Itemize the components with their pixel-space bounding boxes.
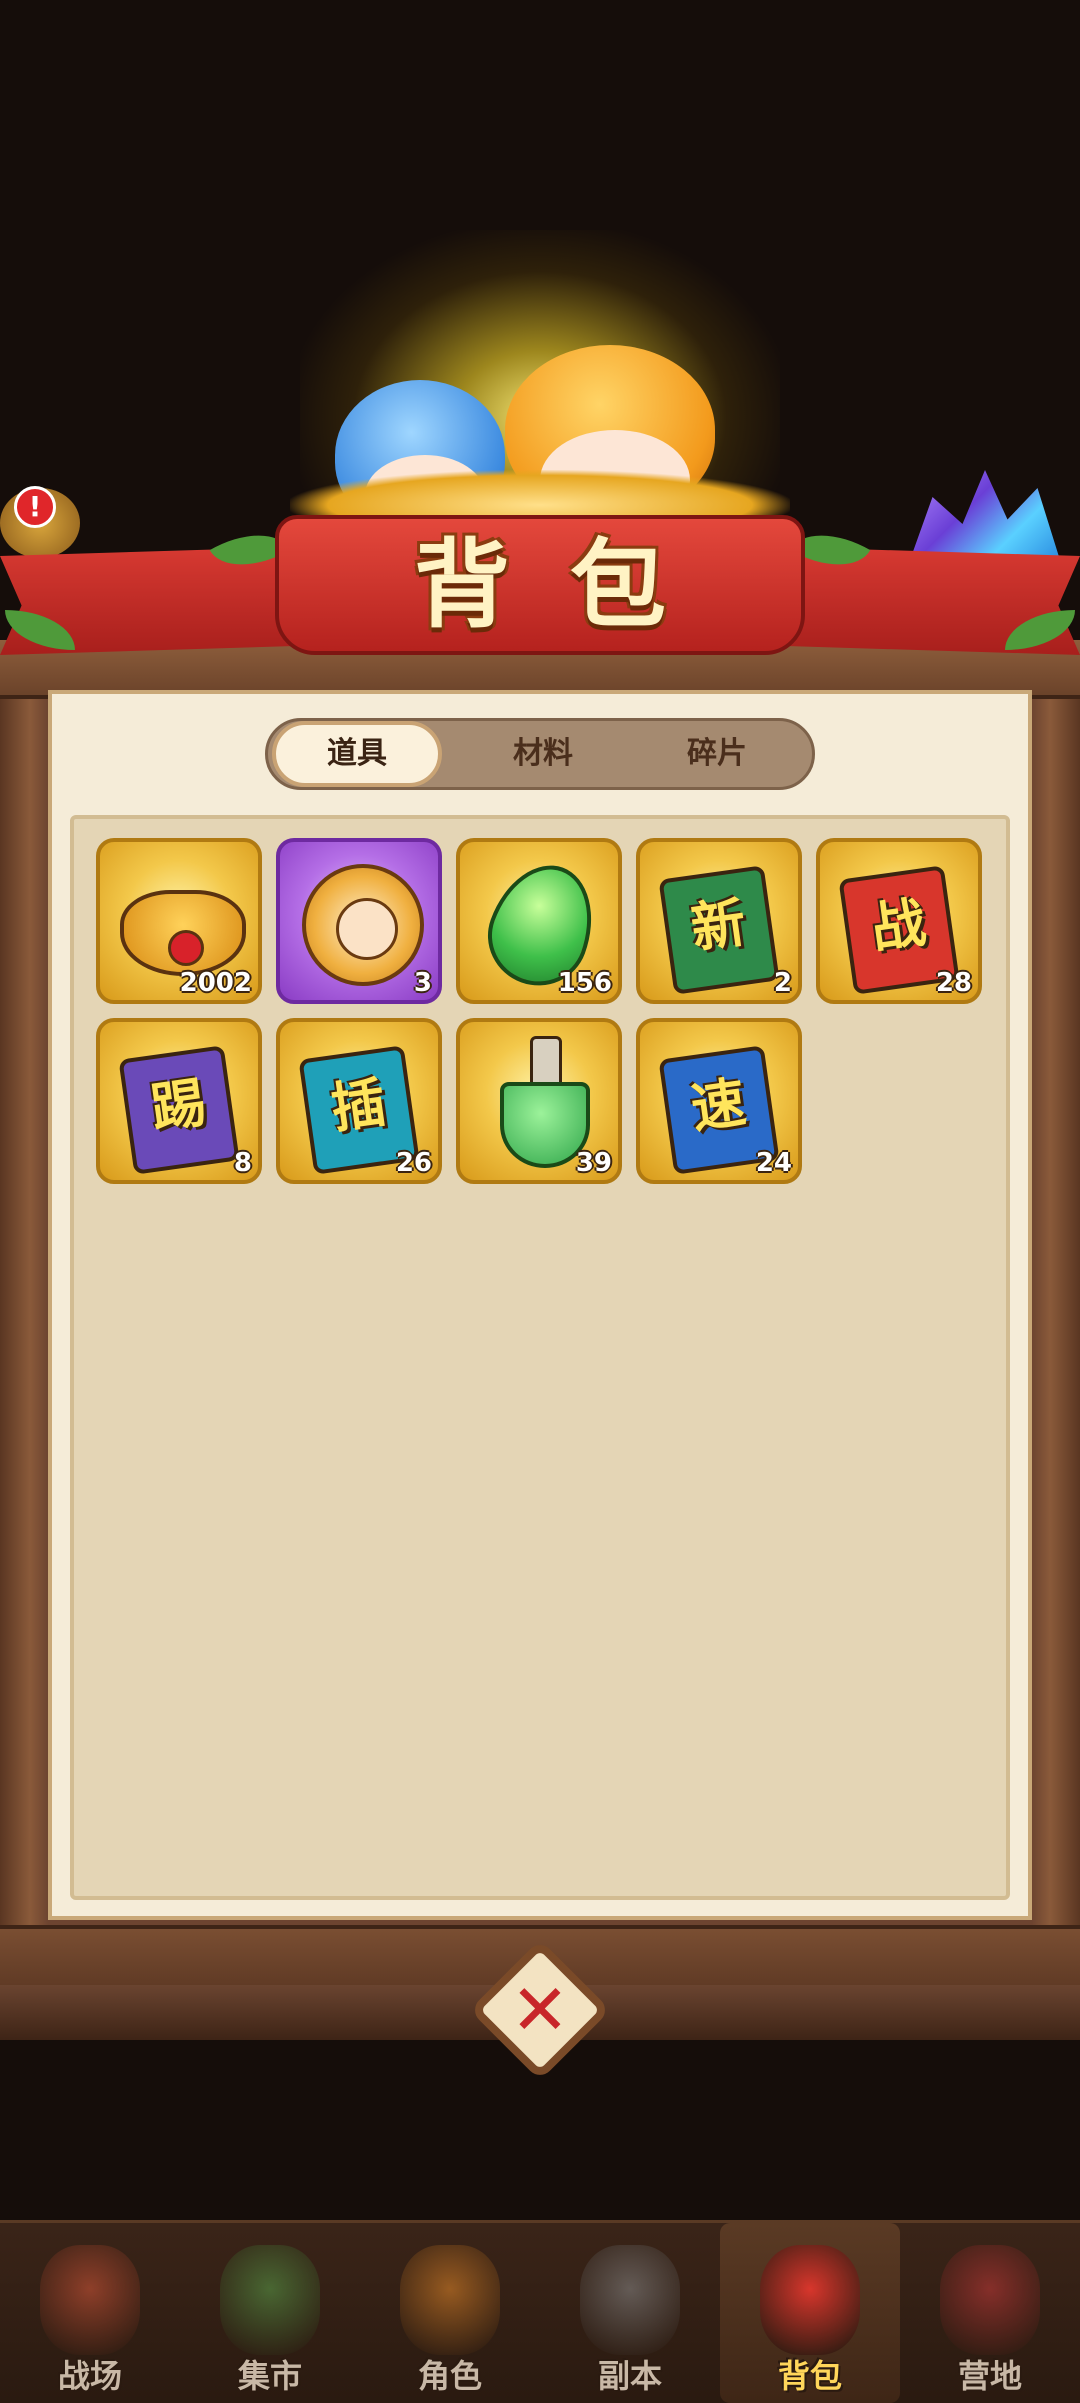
inventory-slot[interactable]: 新 2	[636, 838, 802, 1004]
nav-label: 战场	[57, 2357, 122, 2395]
nav-battlefield[interactable]: 战场	[0, 2223, 180, 2403]
nav-character[interactable]: 角色	[360, 2223, 540, 2403]
inventory-slot[interactable]: 156	[456, 838, 622, 1004]
alert-badge-icon: !	[14, 486, 56, 528]
tab-bar: 道具 材料 碎片	[265, 718, 815, 790]
nav-camp[interactable]: 营地	[900, 2223, 1080, 2403]
battlefield-icon	[40, 2245, 140, 2355]
inventory-slot[interactable]: 战 28	[816, 838, 982, 1004]
inventory-slot[interactable]: 3	[276, 838, 442, 1004]
character-icon	[400, 2245, 500, 2355]
item-count: 24	[755, 1148, 792, 1178]
item-count: 2	[773, 968, 792, 998]
item-count: 3	[413, 968, 432, 998]
nav-market[interactable]: 集市	[180, 2223, 360, 2403]
item-count: 2002	[179, 968, 252, 998]
nav-label: 营地	[957, 2357, 1022, 2395]
close-icon[interactable]: ✕	[490, 1960, 590, 2060]
item-count: 28	[935, 968, 972, 998]
nav-label: 背包	[777, 2357, 842, 2395]
tab-materials-label: 材料	[513, 736, 573, 771]
inventory-slot[interactable]: 速 24	[636, 1018, 802, 1184]
skill-book-icon: 新	[658, 865, 780, 995]
nav-label: 副本	[597, 2357, 662, 2395]
skill-book-icon: 踢	[118, 1045, 240, 1175]
tab-materials[interactable]: 材料	[458, 721, 628, 787]
crystal-decoration	[910, 470, 1060, 560]
tab-items-label: 道具	[327, 736, 387, 771]
nav-label: 角色	[417, 2357, 482, 2395]
inventory-slot[interactable]: 插 26	[276, 1018, 442, 1184]
inventory-slot[interactable]: 39	[456, 1018, 622, 1184]
backpack-icon	[760, 2245, 860, 2355]
skill-book-glyph: 踢	[147, 1070, 210, 1141]
gem-icon	[168, 930, 204, 966]
nav-dungeon[interactable]: 副本	[540, 2223, 720, 2403]
nav-label: 集市	[237, 2357, 302, 2395]
nav-backpack[interactable]: 背包	[720, 2223, 900, 2403]
page-title: 背包	[414, 529, 726, 641]
bottom-nav: 战场 集市 角色 副本 背包 营地	[0, 2220, 1080, 2403]
item-count: 39	[575, 1148, 612, 1178]
skill-book-glyph: 新	[687, 890, 750, 961]
item-count: 8	[233, 1148, 252, 1178]
inventory-slot[interactable]: 踢 8	[96, 1018, 262, 1184]
dungeon-icon	[580, 2245, 680, 2355]
inventory-slot[interactable]: 2002	[96, 838, 262, 1004]
tab-fragments-label: 碎片	[687, 736, 747, 771]
coin-face-icon	[336, 898, 398, 960]
camp-icon	[940, 2245, 1040, 2355]
tab-items[interactable]: 道具	[272, 721, 442, 787]
item-count: 156	[557, 968, 612, 998]
item-count: 26	[395, 1148, 432, 1178]
tab-fragments[interactable]: 碎片	[632, 721, 802, 787]
market-icon	[220, 2245, 320, 2355]
